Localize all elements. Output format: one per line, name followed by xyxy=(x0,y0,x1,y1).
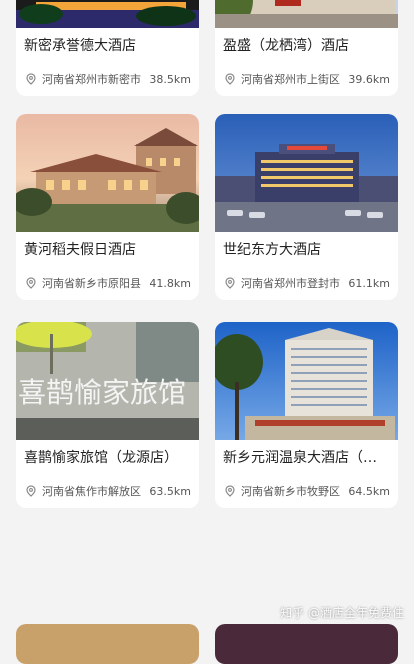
hotel-card[interactable]: 新乡元润温泉大酒店（牧野店） 河南省新乡市牧野区 64.5km xyxy=(215,322,398,508)
hotel-photo xyxy=(215,624,398,664)
hotel-photo xyxy=(215,0,398,28)
hotel-name: 黄河稻夫假日酒店 xyxy=(24,242,136,258)
hotel-photo xyxy=(16,0,199,28)
hotel-name: 喜鹊愉家旅馆（龙源店） xyxy=(24,450,178,466)
hotel-card[interactable]: 世纪东方大酒店 河南省郑州市登封市 61.1km xyxy=(215,114,398,300)
hotel-photo xyxy=(16,114,199,232)
hotel-distance: 63.5km xyxy=(149,484,191,498)
location-pin-icon xyxy=(225,73,235,85)
hotel-card[interactable]: 喜鹊愉家旅馆 喜鹊愉家旅馆（龙源店） 河南省焦作市解放区 63.5km xyxy=(16,322,199,508)
hotel-address: 河南省焦作市解放区 xyxy=(42,485,141,498)
location-pin-icon xyxy=(26,277,36,289)
hotel-card-partial[interactable] xyxy=(16,624,199,664)
hotel-card[interactable]: 盈盛（龙栖湾）酒店 河南省郑州市上街区 39.6km xyxy=(215,0,398,96)
hotel-distance: 38.5km xyxy=(149,72,191,86)
hotel-name: 世纪东方大酒店 xyxy=(223,242,321,258)
hotel-distance: 61.1km xyxy=(348,276,390,290)
hotel-meta: 河南省新乡市原阳县 41.8km xyxy=(24,275,191,291)
hotel-photo xyxy=(215,322,398,440)
hotel-address: 河南省郑州市新密市 xyxy=(42,73,141,86)
hotel-name: 新乡元润温泉大酒店（牧野店） xyxy=(223,450,390,466)
hotel-address: 河南省新乡市牧野区 xyxy=(241,485,340,498)
hotel-meta: 河南省郑州市新密市 38.5km xyxy=(24,71,191,87)
location-pin-icon xyxy=(26,485,36,497)
hotel-distance: 41.8km xyxy=(149,276,191,290)
hotel-photo xyxy=(215,114,398,232)
hotel-distance: 39.6km xyxy=(348,72,390,86)
hotel-meta: 河南省新乡市牧野区 64.5km xyxy=(223,483,390,499)
hotel-meta: 河南省郑州市上街区 39.6km xyxy=(223,71,390,87)
hotel-photo: 喜鹊愉家旅馆 xyxy=(16,322,199,440)
watermark: 知乎 @酒店全年免费住 xyxy=(280,606,404,620)
hotel-address: 河南省郑州市登封市 xyxy=(241,277,340,290)
hotel-card[interactable]: 新密承誉德大酒店 河南省郑州市新密市 38.5km xyxy=(16,0,199,96)
hotel-address: 河南省新乡市原阳县 xyxy=(42,277,141,290)
hotel-photo xyxy=(16,624,199,664)
shop-sign: 喜鹊愉家旅馆 xyxy=(18,376,186,409)
hotel-meta: 河南省焦作市解放区 63.5km xyxy=(24,483,191,499)
hotel-distance: 64.5km xyxy=(348,484,390,498)
hotel-name: 盈盛（龙栖湾）酒店 xyxy=(223,38,349,54)
hotel-card-partial[interactable] xyxy=(215,624,398,664)
hotel-name: 新密承誉德大酒店 xyxy=(24,38,136,54)
hotel-address: 河南省郑州市上街区 xyxy=(241,73,340,86)
location-pin-icon xyxy=(225,485,235,497)
hotel-card[interactable]: 黄河稻夫假日酒店 河南省新乡市原阳县 41.8km xyxy=(16,114,199,300)
location-pin-icon xyxy=(26,73,36,85)
hotel-meta: 河南省郑州市登封市 61.1km xyxy=(223,275,390,291)
location-pin-icon xyxy=(225,277,235,289)
